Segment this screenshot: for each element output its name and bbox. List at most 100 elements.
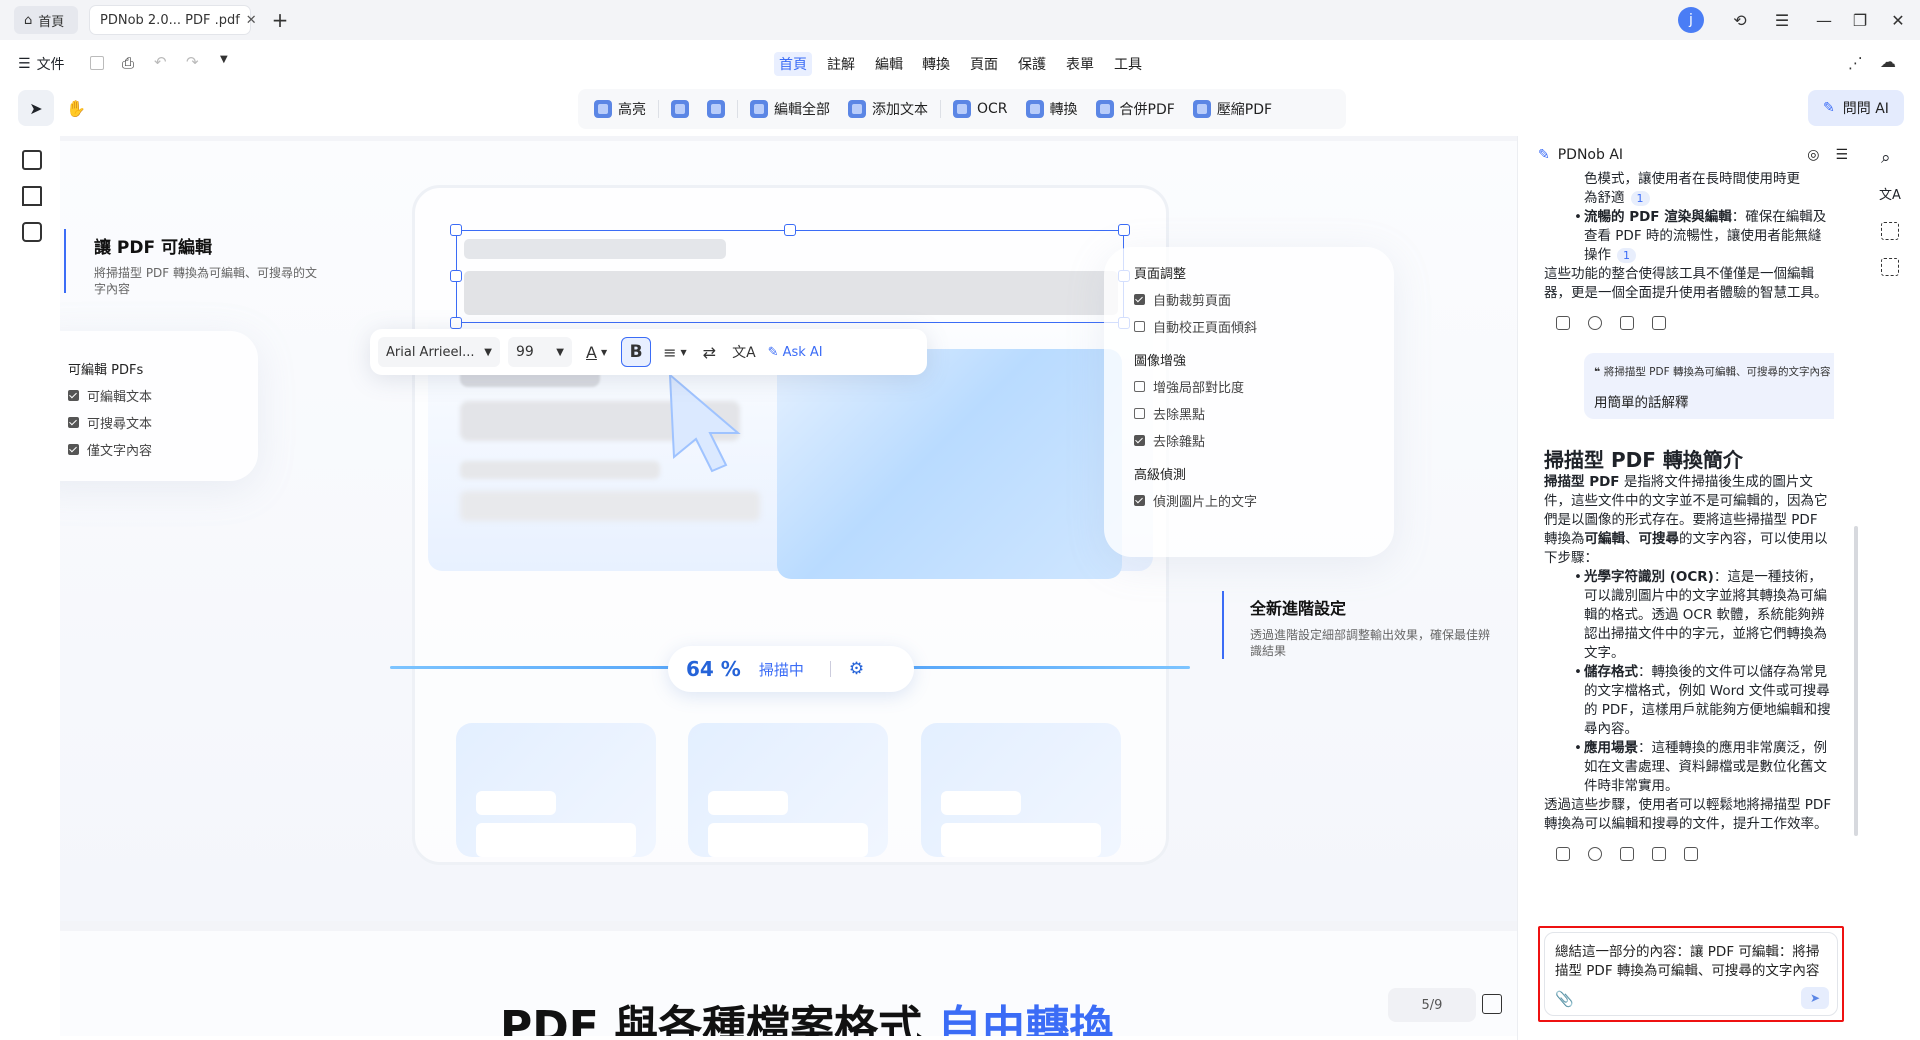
eraser-tool[interactable] xyxy=(701,94,731,124)
resize-handle[interactable] xyxy=(450,224,462,236)
menu-annotate[interactable]: 註解 xyxy=(822,52,860,76)
undo-icon[interactable]: ↶ xyxy=(154,53,167,71)
add-text-icon xyxy=(848,100,866,118)
document-canvas[interactable]: 讓 PDF 可編輯 將掃描型 PDF 轉換為可編輯、可搜尋的文字內容 可編輯 P… xyxy=(60,136,1517,1036)
ai-settings-icon[interactable]: ◎ xyxy=(1807,147,1819,163)
attachment-icon[interactable]: 📎 xyxy=(1555,990,1574,1009)
notes-icon[interactable] xyxy=(1620,847,1634,861)
thumbnails-icon[interactable] xyxy=(22,150,42,170)
quick-access-dropdown-icon[interactable]: ▼ xyxy=(220,54,228,65)
add-text-tool[interactable]: 添加文本 xyxy=(842,94,934,124)
resize-handle[interactable] xyxy=(784,224,796,236)
sync-icon[interactable]: ⟲ xyxy=(1728,8,1752,32)
replace-text-button[interactable]: ⇄ xyxy=(699,343,720,362)
page-indicator[interactable]: 5/9 xyxy=(1388,988,1476,1022)
regenerate-icon[interactable] xyxy=(1588,316,1602,330)
menu-home[interactable]: 首頁 xyxy=(774,52,812,76)
maximize-icon[interactable]: ❐ xyxy=(1848,8,1872,32)
ask-ai-button[interactable]: ✎ 問問 AI xyxy=(1808,90,1904,126)
checkbox-checked xyxy=(1134,435,1145,446)
scan-percent: 64 % xyxy=(686,657,741,681)
tab-document-label: PDNob 2.0... PDF .pdf xyxy=(100,12,240,28)
checkbox-unchecked xyxy=(1134,381,1145,392)
menu-bar: ☰ 文件 ⎙ ↶ ↷ ▼ 首頁 註解 編輯 轉換 頁面 保護 表單 工具 ⋰ ☁ xyxy=(0,40,1920,84)
file-menu[interactable]: ☰ 文件 xyxy=(18,52,65,76)
save-icon[interactable] xyxy=(90,56,104,70)
minimize-icon[interactable]: — xyxy=(1812,8,1836,32)
thumbs-up-icon[interactable] xyxy=(1620,316,1634,330)
ocr-tool[interactable]: OCR xyxy=(947,94,1014,124)
font-select[interactable]: Arial Arrieel... ▼ xyxy=(378,337,500,367)
convert-tool[interactable]: 轉換 xyxy=(1020,94,1084,124)
compress-pdf-tool[interactable]: 壓縮PDF xyxy=(1187,94,1278,124)
compress-icon xyxy=(1192,100,1211,118)
translate-icon[interactable]: 文A xyxy=(1879,184,1901,203)
page2-heading: PDF 與各種檔案格式 自由轉換 xyxy=(500,1002,1114,1036)
reference-badge[interactable]: 1 xyxy=(1617,248,1636,263)
checkbox-checked xyxy=(68,417,79,428)
font-size-select[interactable]: 99 ▼ xyxy=(508,337,572,367)
resize-handle[interactable] xyxy=(1118,224,1130,236)
fit-page-icon[interactable] xyxy=(1482,994,1502,1014)
section-image-enhance: 圖像增強 xyxy=(1134,354,1187,369)
scrollbar[interactable] xyxy=(1854,526,1858,836)
copy-icon[interactable] xyxy=(1556,316,1570,330)
ai-chat-history[interactable]: 色模式，讓使用者在長時間使用時更 為舒適1 流暢的 PDF 渲染與編輯：確保在編… xyxy=(1544,170,1834,900)
ai-bullet: 儲存格式：轉換後的文件可以儲存為常見的文字檔格式，例如 Word 文件或可搜尋的… xyxy=(1544,663,1834,739)
thumbs-down-icon[interactable] xyxy=(1684,847,1698,861)
copy-icon[interactable] xyxy=(1556,847,1570,861)
thumbs-down-icon[interactable] xyxy=(1652,316,1666,330)
select-tool[interactable]: ➤ xyxy=(18,90,54,126)
ocr-scan-icon[interactable] xyxy=(1881,258,1899,276)
menu-form[interactable]: 表單 xyxy=(1061,52,1099,76)
tab-home-label: 首頁 xyxy=(38,14,65,30)
edit-all-tool[interactable]: 編輯全部 xyxy=(744,94,836,124)
share-icon[interactable]: ⋰ xyxy=(1848,54,1863,72)
pdf-page: 讓 PDF 可編輯 將掃描型 PDF 轉換為可編輯、可搜尋的文字內容 可編輯 P… xyxy=(60,141,1517,921)
menu-edit[interactable]: 編輯 xyxy=(870,52,908,76)
format-ask-ai-button[interactable]: ✎ Ask AI xyxy=(768,345,823,360)
align-left-icon: ≡ xyxy=(663,342,677,362)
settings-card: 頁面調整 自動裁剪頁面 自動校正頁面傾斜 圖像增強 增強局部對比度 去除黑點 去… xyxy=(1104,247,1394,557)
comment-icon[interactable] xyxy=(22,222,42,242)
menu-page[interactable]: 頁面 xyxy=(965,52,1003,76)
regenerate-icon[interactable] xyxy=(1588,847,1602,861)
ai-answer-outro: 透過這些步驟，使用者可以輕鬆地將掃描型 PDF 轉換為可以編輯和搜尋的文件，提升… xyxy=(1544,797,1832,832)
close-tab-icon[interactable]: ✕ xyxy=(246,13,257,28)
scan-icon[interactable] xyxy=(1881,222,1899,240)
tab-home[interactable]: ⌂ 首頁 xyxy=(14,6,78,34)
highlight-tool[interactable]: 高亮 xyxy=(588,94,652,124)
bold-button[interactable]: B xyxy=(621,337,652,367)
text-color-button[interactable]: A ▼ xyxy=(580,343,613,362)
checkbox-unchecked xyxy=(1134,321,1145,332)
hand-tool[interactable]: ✋ xyxy=(58,90,94,126)
translate-button[interactable]: 文A xyxy=(728,342,760,362)
settings-icon: ⚙ xyxy=(848,659,865,679)
underline-tool[interactable] xyxy=(665,94,695,124)
cloud-icon[interactable]: ☁ xyxy=(1880,52,1896,71)
ai-list-icon[interactable]: ☰ xyxy=(1835,147,1848,163)
bookmark-icon[interactable] xyxy=(22,186,42,206)
menu-protect[interactable]: 保護 xyxy=(1013,52,1051,76)
avatar[interactable]: j xyxy=(1678,7,1704,33)
resize-handle[interactable] xyxy=(450,317,462,329)
menu-tools[interactable]: 工具 xyxy=(1109,52,1147,76)
resize-handle[interactable] xyxy=(450,270,462,282)
print-icon[interactable]: ⎙ xyxy=(122,54,134,72)
checkbox-row: 僅文字內容 xyxy=(68,440,258,459)
divider xyxy=(658,100,659,118)
send-button[interactable]: ➤ xyxy=(1801,987,1829,1009)
search-icon[interactable]: ⌕ xyxy=(1881,148,1891,168)
chat-input[interactable]: 總結這一部分的內容：讓 PDF 可編輯：將掃描型 PDF 轉換為可編輯、可搜尋的… xyxy=(1544,932,1838,1016)
new-tab-icon[interactable]: + xyxy=(268,8,292,32)
reference-badge[interactable]: 1 xyxy=(1630,191,1650,206)
redo-icon[interactable]: ↷ xyxy=(186,53,199,71)
thumbs-up-icon[interactable] xyxy=(1652,847,1666,861)
checkbox-row: 自動裁剪頁面 xyxy=(1134,290,1394,309)
align-button[interactable]: ≡ ▼ xyxy=(659,343,691,362)
menu-icon[interactable]: ☰ xyxy=(1770,8,1794,32)
menu-convert[interactable]: 轉換 xyxy=(917,52,955,76)
tab-document[interactable]: PDNob 2.0... PDF .pdf ✕ xyxy=(90,6,257,34)
merge-pdf-tool[interactable]: 合併PDF xyxy=(1090,94,1181,124)
close-window-icon[interactable]: ✕ xyxy=(1886,8,1910,32)
